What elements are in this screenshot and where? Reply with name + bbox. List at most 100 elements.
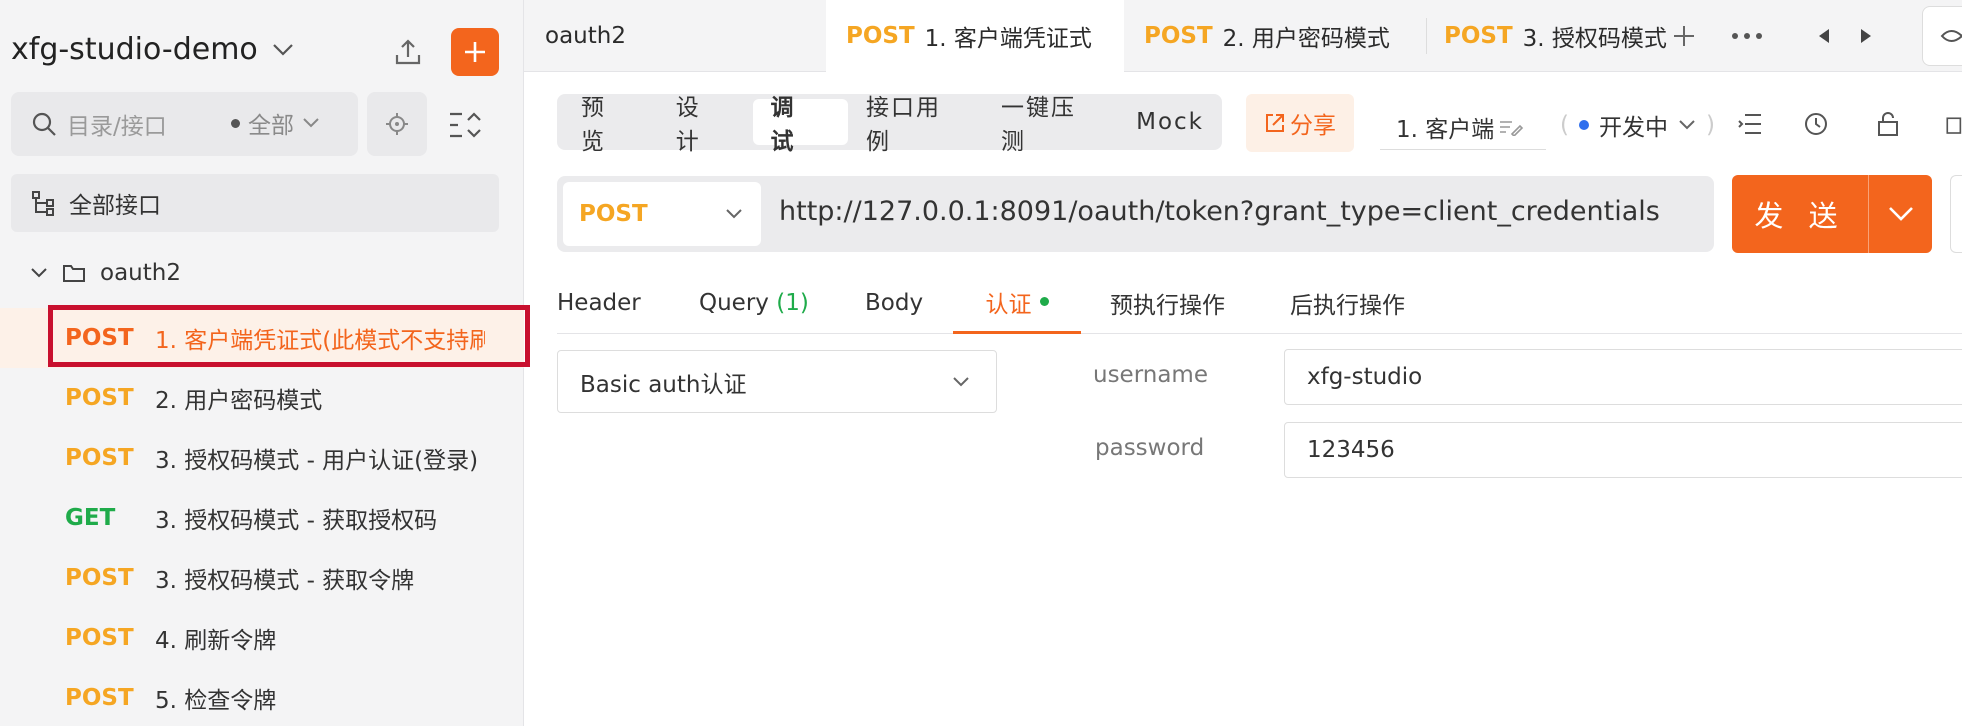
api-tree-icon [32,191,54,216]
tab-query[interactable]: Query (1) [699,272,809,334]
method-badge: POST [65,625,134,651]
tab-method: POST [1444,23,1513,49]
api-list: POST 1. 客户端凭证式(此模式不支持刷 POST 2. 用户密码模式 PO… [0,308,524,726]
all-apis-label: 全部接口 [69,193,161,219]
save-button-edge[interactable] [1950,175,1962,253]
plus-icon [1674,26,1694,46]
new-tab-button[interactable] [1664,0,1704,72]
api-item-auth-code-get[interactable]: GET 3. 授权码模式 - 获取授权码 [0,488,524,548]
tab-bar: oauth2 POST 1. 客户端凭证式 POST 2. 用户密码模式 POS… [524,0,1962,72]
tab-auth-code[interactable]: POST 3. 授权码模式 [1444,0,1674,72]
method-badge: GET [65,505,116,531]
history-button[interactable] [1798,106,1834,142]
export-button[interactable] [386,30,430,74]
api-item-refresh-token[interactable]: POST 4. 刷新令牌 [0,608,524,668]
caret-right-icon [1861,29,1871,43]
status-label: 开发中 [1598,115,1668,141]
query-count: (1) [776,290,809,316]
tab-label: 1. 客户端凭证式 [924,26,1092,52]
api-item-label: 5. 检查令牌 [155,688,277,714]
tab-auth[interactable]: 认证 [953,272,1081,334]
url-bar: POST http://127.0.0.1:8091/oauth/token?g… [557,176,1714,252]
tab-client-credentials[interactable]: POST 1. 客户端凭证式 [826,0,1124,72]
locate-icon [386,113,408,135]
folder-label: oauth2 [100,260,181,286]
tab-header[interactable]: Header [557,272,641,334]
send-button[interactable]: 发 送 [1732,175,1932,253]
request-name-field[interactable]: 1. 客户端 [1380,104,1546,150]
tab-load-test[interactable]: 一键压测 [983,95,1118,155]
request-subtabs: Header Query (1) Body 认证 预执行操作 后执行操作 [557,272,1962,334]
auth-type-select[interactable]: Basic auth认证 [557,350,997,413]
edit-icon [1500,120,1524,136]
tab-body[interactable]: Body [865,272,923,334]
next-tab-button[interactable] [1848,0,1884,72]
api-item-label: 3. 授权码模式 - 用户认证(登录) [155,448,479,474]
sort-button[interactable] [440,100,490,150]
share-button[interactable]: 分享 [1246,94,1354,152]
api-item-label: 2. 用户密码模式 [155,388,323,414]
send-options-button[interactable] [1869,206,1932,222]
view-toggle-button[interactable] [1922,6,1962,66]
chevron-down-icon [1888,207,1913,221]
folder-icon [63,265,85,282]
tab-post-processors[interactable]: 后执行操作 [1290,272,1405,334]
method-value: POST [579,201,648,227]
folder-oauth2[interactable]: oauth2 [30,260,181,286]
api-item-label: 4. 刷新令牌 [155,628,277,654]
api-item-password[interactable]: POST 2. 用户密码模式 [0,368,524,428]
method-badge: POST [65,565,134,591]
status-dropdown[interactable]: ( 开发中 ) [1560,108,1715,142]
auth-type-value: Basic auth认证 [580,371,747,398]
method-select[interactable]: POST [563,182,761,246]
all-apis-item[interactable]: 全部接口 [11,174,499,232]
outline-icon [1738,114,1761,134]
api-item-auth-code-token[interactable]: POST 3. 授权码模式 - 获取令牌 [0,548,524,608]
chevron-down-icon [953,377,969,387]
tab-label: 2. 用户密码模式 [1222,26,1390,52]
eye-icon [1940,30,1962,42]
lock-button[interactable] [1870,106,1906,142]
prev-tab-button[interactable] [1806,0,1842,72]
url-input[interactable]: http://127.0.0.1:8091/oauth/token?grant_… [779,196,1660,227]
tab-mock[interactable]: Mock [1118,99,1222,145]
tab-label: oauth2 [545,23,626,49]
tab-preview[interactable]: 预 览 [563,95,658,155]
tab-design[interactable]: 设 计 [658,95,753,155]
chevron-down-icon [726,209,742,219]
username-input[interactable]: xfg-studio [1284,349,1962,405]
tab-folder-oauth2[interactable]: oauth2 [545,0,825,72]
api-item-label: 3. 授权码模式 - 获取令牌 [155,568,415,594]
share-icon [1266,114,1284,132]
sidebar: xfg-studio-demo 目录/接口 全部 全部接口 oauth2 POS… [0,0,530,726]
upload-icon [395,39,421,65]
project-selector[interactable]: xfg-studio-demo [11,32,294,67]
filter-dropdown[interactable]: 全部 [231,106,320,140]
plus-icon [465,42,485,62]
username-label: username [1093,362,1208,388]
method-badge: POST [65,445,134,471]
add-button[interactable] [451,28,499,76]
copy-icon [1946,117,1962,134]
share-label: 分享 [1290,113,1336,139]
locate-button[interactable] [367,92,427,156]
tab-separator [1426,18,1427,54]
status-dot-icon [1578,120,1589,130]
tab-pre-processors[interactable]: 预执行操作 [1110,272,1225,334]
tab-debug[interactable]: 调 试 [752,95,848,155]
more-tabs-button[interactable] [1722,0,1772,72]
tab-method: POST [846,23,915,49]
outline-button[interactable] [1732,106,1768,142]
method-badge: POST [65,685,134,711]
collapse-icon [450,112,481,138]
copy-button[interactable] [1944,106,1962,142]
chevron-down-icon [273,43,293,56]
api-item-check-token[interactable]: POST 5. 检查令牌 [0,668,524,726]
tab-label: 3. 授权码模式 [1522,26,1667,52]
password-input[interactable]: 123456 [1284,422,1962,478]
bracket-close: ) [1705,112,1715,138]
tab-password[interactable]: POST 2. 用户密码模式 [1144,0,1394,72]
api-item-auth-code-login[interactable]: POST 3. 授权码模式 - 用户认证(登录) [0,428,524,488]
tab-test-cases[interactable]: 接口用例 [848,95,983,155]
chevron-down-icon [303,118,319,128]
